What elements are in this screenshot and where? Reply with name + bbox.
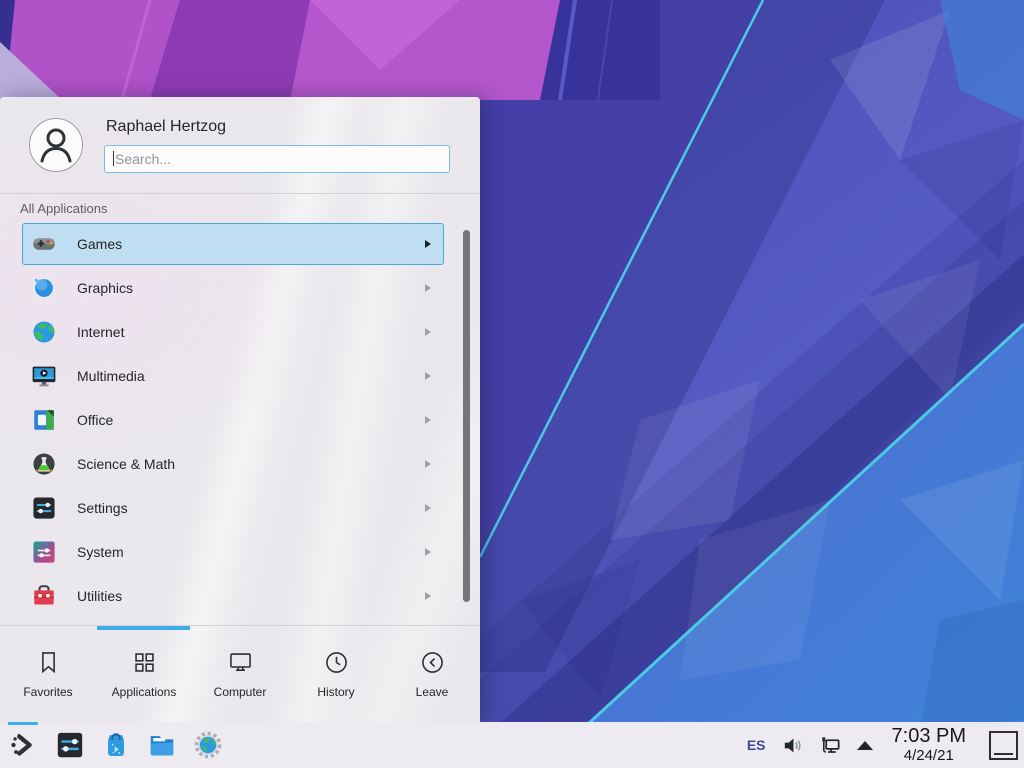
digital-clock[interactable]: 7:03 PM 4/24/21 [892, 726, 966, 764]
tab-computer[interactable]: Computer [192, 626, 288, 722]
launcher-header: Raphael Hertzog Search... [0, 97, 480, 193]
menu-item-help[interactable]: Help [22, 619, 444, 623]
history-icon [323, 649, 350, 676]
section-label: All Applications [0, 194, 480, 220]
menu-item-graphics[interactable]: Graphics [22, 267, 444, 309]
kickoff-icon [9, 730, 39, 760]
expand-tray-icon[interactable] [857, 741, 873, 750]
games-icon [31, 231, 57, 257]
dolphin-icon [147, 730, 177, 760]
menu-item-settings[interactable]: Settings [22, 487, 444, 529]
submenu-arrow-icon [425, 504, 431, 512]
tabbar-separator [0, 625, 480, 626]
keyboard-layout-indicator[interactable]: ES [747, 737, 766, 753]
menu-item-label: Multimedia [77, 368, 425, 384]
taskbar-launchers [8, 722, 224, 768]
leave-icon [419, 649, 446, 676]
utilities-icon [31, 583, 57, 609]
konqueror-icon [193, 730, 223, 760]
menu-item-label: Games [77, 236, 425, 252]
tab-history[interactable]: History [288, 626, 384, 722]
submenu-arrow-icon [425, 372, 431, 380]
application-category-list: Games Graphics Internet Multimedia Office Sci… [0, 220, 480, 623]
tab-label: Leave [416, 685, 449, 699]
graphics-icon [31, 275, 57, 301]
user-name: Raphael Hertzog [106, 118, 450, 136]
menu-item-label: Graphics [77, 280, 425, 296]
tab-label: Computer [214, 685, 267, 699]
discover-icon [101, 730, 131, 760]
submenu-arrow-icon [425, 284, 431, 292]
tab-label: Applications [112, 685, 177, 699]
desktop: Raphael Hertzog Search... All Applicatio… [0, 0, 1024, 768]
menu-item-games[interactable]: Games [22, 223, 444, 265]
network-icon[interactable] [819, 734, 842, 757]
taskbar-app-system-settings[interactable] [54, 729, 86, 761]
system-icon [31, 539, 57, 565]
internet-icon [31, 319, 57, 345]
submenu-arrow-icon [425, 328, 431, 336]
menu-item-label: Settings [77, 500, 425, 516]
list-scrollbar[interactable] [463, 230, 470, 602]
taskbar-panel: ES 7:03 PM 4/24/21 [0, 722, 1024, 768]
submenu-arrow-icon [425, 416, 431, 424]
menu-item-label: Science & Math [77, 456, 425, 472]
active-tab-indicator [97, 626, 190, 630]
system-tray: ES 7:03 PM 4/24/21 [747, 726, 1018, 764]
show-desktop-button[interactable] [989, 731, 1018, 760]
volume-icon[interactable] [781, 734, 804, 757]
multimedia-icon [31, 363, 57, 389]
taskbar-app-application-launcher[interactable] [8, 729, 40, 761]
menu-item-science-math[interactable]: Science & Math [22, 443, 444, 485]
search-placeholder: Search... [115, 151, 171, 167]
user-avatar-icon[interactable] [28, 117, 84, 173]
tab-applications[interactable]: Applications [96, 626, 192, 722]
application-launcher-popup: Raphael Hertzog Search... All Applicatio… [0, 97, 480, 722]
clock-date: 4/24/21 [892, 748, 966, 764]
menu-item-label: System [77, 544, 425, 560]
computer-icon [227, 649, 254, 676]
submenu-arrow-icon [425, 548, 431, 556]
settings-icon [31, 495, 57, 521]
tabbar-container: Favorites Applications Computer History Leav… [0, 625, 480, 722]
tab-label: Favorites [23, 685, 72, 699]
favorites-icon [35, 649, 62, 676]
menu-item-utilities[interactable]: Utilities [22, 575, 444, 617]
menu-item-system[interactable]: System [22, 531, 444, 573]
tab-label: History [317, 685, 354, 699]
menu-item-office[interactable]: Office [22, 399, 444, 441]
science-icon [31, 451, 57, 477]
clock-time: 7:03 PM [892, 726, 966, 748]
taskbar-app-web-browser[interactable] [192, 729, 224, 761]
menu-item-label: Utilities [77, 588, 425, 604]
submenu-arrow-icon [425, 240, 431, 248]
menu-item-label: Internet [77, 324, 425, 340]
tab-favorites[interactable]: Favorites [0, 626, 96, 722]
menu-item-label: Office [77, 412, 425, 428]
taskbar-app-discover[interactable] [100, 729, 132, 761]
systemsettings-icon [55, 730, 85, 760]
menu-item-internet[interactable]: Internet [22, 311, 444, 353]
tab-leave[interactable]: Leave [384, 626, 480, 722]
search-input[interactable]: Search... [104, 145, 450, 173]
launcher-tabbar: Favorites Applications Computer History Leav… [0, 626, 480, 722]
submenu-arrow-icon [425, 460, 431, 468]
office-icon [31, 407, 57, 433]
applications-icon [131, 649, 158, 676]
submenu-arrow-icon [425, 592, 431, 600]
taskbar-app-file-manager[interactable] [146, 729, 178, 761]
text-caret [113, 151, 114, 166]
menu-item-multimedia[interactable]: Multimedia [22, 355, 444, 397]
